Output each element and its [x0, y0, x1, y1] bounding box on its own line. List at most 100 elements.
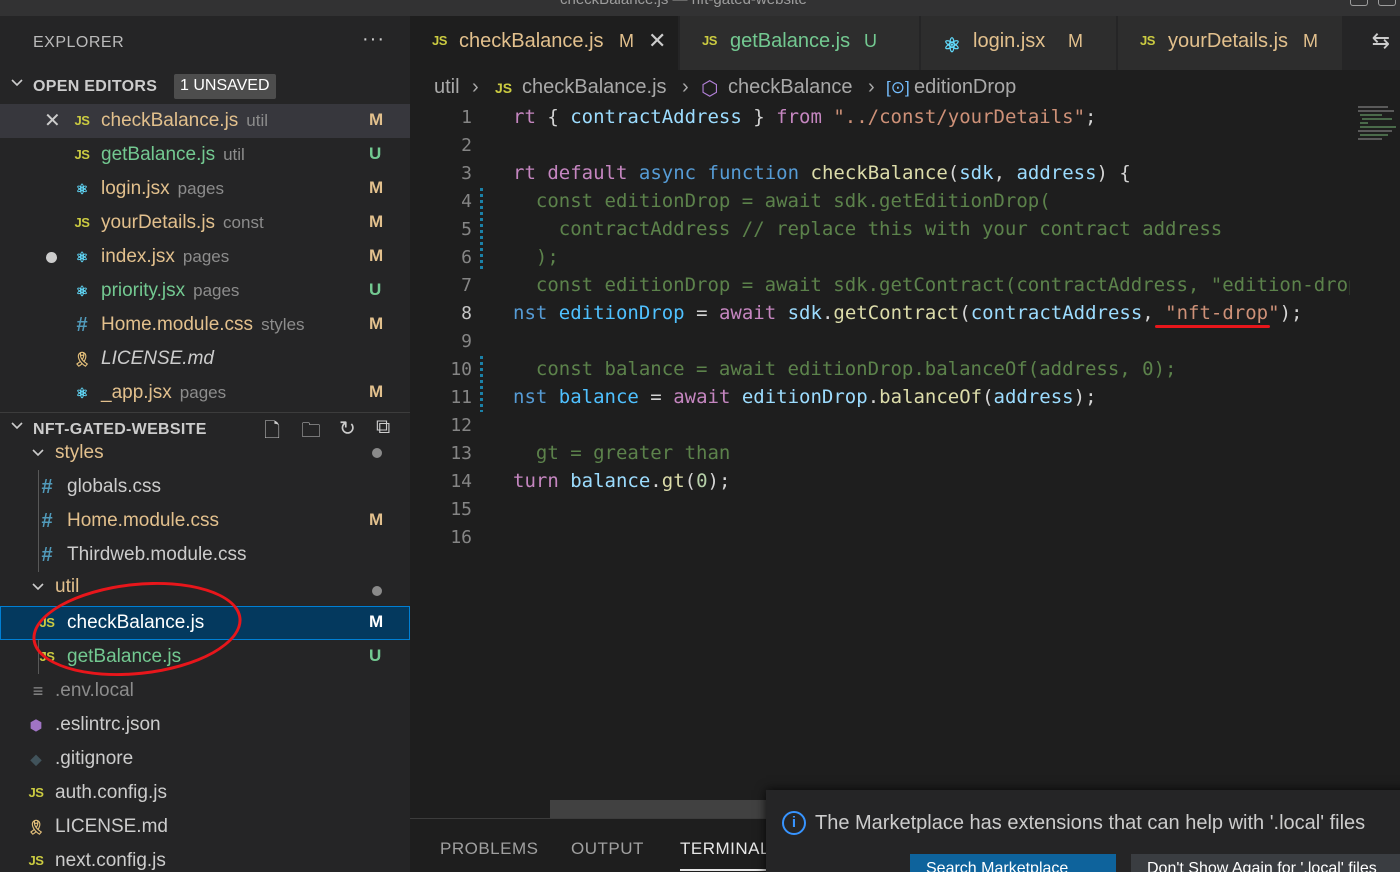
line-number: 8: [461, 303, 472, 324]
breadcrumb-function[interactable]: checkBalance: [728, 76, 853, 99]
open-editor-item[interactable]: ⚛ priority.jsx pages U: [0, 274, 410, 308]
more-actions-icon[interactable]: ···: [362, 28, 385, 51]
file-name: login.jsx: [101, 178, 170, 199]
chevron-down-icon: [32, 583, 44, 591]
file-name: priority.jsx: [101, 280, 186, 301]
tab-checkbalance[interactable]: JS checkBalance.js M ✕: [410, 16, 679, 70]
tree-file[interactable]: # Home.module.css M: [0, 504, 410, 538]
code-line: nst editionDrop = await sdk.getContract(…: [513, 302, 1303, 324]
file-name: _app.jsx: [101, 382, 172, 403]
eslint-icon: ⬢: [29, 717, 43, 733]
breadcrumb-variable[interactable]: editionDrop: [914, 76, 1016, 99]
tree-file[interactable]: # Thirdweb.module.css: [0, 538, 410, 572]
git-status: M: [369, 612, 384, 631]
tree-file[interactable]: ≡ .env.local: [0, 674, 410, 708]
code-line: rt default async function checkBalance(s…: [513, 162, 1131, 184]
tab-yourdetails[interactable]: JS yourDetails.js M: [1118, 16, 1343, 70]
css-icon: #: [76, 314, 88, 336]
code-line: rt { contractAddress } from "../const/yo…: [513, 106, 1097, 128]
tree-file[interactable]: JS auth.config.js: [0, 776, 410, 810]
code-comment-line: gt = greater than: [513, 442, 731, 464]
close-icon[interactable]: ✕: [648, 28, 666, 54]
tree-file[interactable]: JS next.config.js: [0, 844, 410, 872]
git-status: M: [369, 246, 384, 265]
open-editor-item[interactable]: ⚛ _app.jsx pages M: [0, 376, 410, 410]
modified-dot-icon: [372, 586, 382, 596]
folder-name: styles: [55, 442, 104, 463]
file-name: globals.css: [67, 476, 161, 497]
explorer-sidebar: EXPLORER ··· OPEN EDITORS 1 UNSAVED ✕ JS…: [0, 16, 410, 872]
line-number: 7: [461, 275, 472, 296]
tab-output[interactable]: OUTPUT: [571, 839, 644, 859]
react-icon: ⚛: [943, 35, 961, 57]
react-icon: ⚛: [75, 385, 89, 401]
tree-file[interactable]: ⬢ .eslintrc.json: [0, 708, 410, 742]
open-editor-item[interactable]: ⚛ login.jsx pages M: [0, 172, 410, 206]
code-line: turn balance.gt(0);: [513, 470, 731, 492]
tab-terminal[interactable]: TERMINAL: [680, 839, 770, 859]
unsaved-dot-icon[interactable]: [46, 252, 57, 263]
license-icon: 🎗: [27, 819, 45, 835]
tab-status: M: [1303, 31, 1318, 51]
git-status: M: [369, 212, 384, 231]
code-editor[interactable]: 1 2 3 4 5 6 7 8 9 10 11 12 13 14 15 16 r…: [410, 104, 1350, 794]
open-editor-item[interactable]: 🎗 LICENSE.md: [0, 342, 410, 376]
tab-login[interactable]: ⚛ login.jsx M: [921, 16, 1117, 70]
chevron-down-icon: [11, 422, 23, 430]
file-folder: pages: [193, 281, 240, 300]
layout-toggle-icon[interactable]: [1350, 0, 1368, 6]
tree-file[interactable]: ◆ .gitignore: [0, 742, 410, 776]
tab-label: yourDetails.js: [1168, 30, 1289, 52]
title-bar: checkBalance.js — nft-gated-website: [0, 0, 1400, 16]
tree-file[interactable]: 🎗 LICENSE.md: [0, 810, 410, 844]
breadcrumb-file[interactable]: checkBalance.js: [522, 76, 667, 99]
close-icon[interactable]: ✕: [44, 108, 61, 133]
js-icon: JS: [432, 33, 447, 48]
modified-dot-icon: [372, 448, 382, 458]
line-number: 2: [461, 135, 472, 156]
folder-name: util: [55, 576, 80, 597]
collapse-all-icon[interactable]: ⧉: [376, 416, 390, 439]
git-status: M: [369, 178, 384, 197]
tree-file[interactable]: # globals.css: [0, 470, 410, 504]
chevron-right-icon: ›: [472, 76, 479, 98]
minimap[interactable]: [1350, 104, 1400, 794]
dont-show-again-button[interactable]: Don't Show Again for '.local' files: [1131, 854, 1400, 872]
js-icon: JS: [1140, 33, 1155, 48]
search-marketplace-button[interactable]: Search Marketplace: [910, 854, 1116, 872]
file-name: .eslintrc.json: [55, 714, 161, 735]
git-status: M: [369, 382, 384, 401]
js-icon: JS: [74, 215, 90, 230]
variable-icon: [⊙]: [886, 78, 910, 97]
line-number: 10: [450, 359, 472, 380]
tree-folder[interactable]: styles: [0, 438, 410, 472]
react-icon: ⚛: [75, 249, 89, 265]
compare-changes-icon[interactable]: ⇆: [1372, 28, 1390, 54]
code-comment-line: const editionDrop = await sdk.getEdition…: [513, 190, 1051, 212]
open-editors-header[interactable]: OPEN EDITORS 1 UNSAVED: [0, 70, 410, 104]
tab-problems[interactable]: PROBLEMS: [440, 839, 538, 859]
code-line: nst balance = await editionDrop.balanceO…: [513, 386, 1097, 408]
open-editor-item[interactable]: JS getBalance.js util U: [0, 138, 410, 172]
project-label: NFT-GATED-WEBSITE: [33, 421, 207, 438]
breadcrumb-folder[interactable]: util: [434, 76, 460, 99]
horizontal-scrollbar[interactable]: [550, 800, 770, 818]
layout-panel-icon[interactable]: [1378, 0, 1396, 6]
file-folder: util: [223, 145, 245, 164]
file-name: Home.module.css: [101, 314, 254, 335]
line-number: 6: [461, 247, 472, 268]
gutter-change-marker: [480, 188, 483, 272]
git-status: M: [369, 510, 384, 529]
js-icon: JS: [28, 785, 44, 800]
open-editor-item[interactable]: # Home.module.css styles M: [0, 308, 410, 342]
js-icon: JS: [495, 80, 513, 96]
line-number: 14: [450, 471, 472, 492]
chevron-right-icon: ›: [868, 76, 875, 98]
notification-message: The Marketplace has extensions that can …: [815, 812, 1366, 834]
window-title: checkBalance.js — nft-gated-website: [560, 0, 807, 8]
open-editor-item[interactable]: ⚛ index.jsx pages M: [0, 240, 410, 274]
tab-status: U: [864, 31, 877, 51]
tab-getbalance[interactable]: JS getBalance.js U: [680, 16, 920, 70]
open-editor-item[interactable]: JS yourDetails.js const M: [0, 206, 410, 240]
open-editor-item[interactable]: ✕ JS checkBalance.js util M: [0, 104, 410, 138]
